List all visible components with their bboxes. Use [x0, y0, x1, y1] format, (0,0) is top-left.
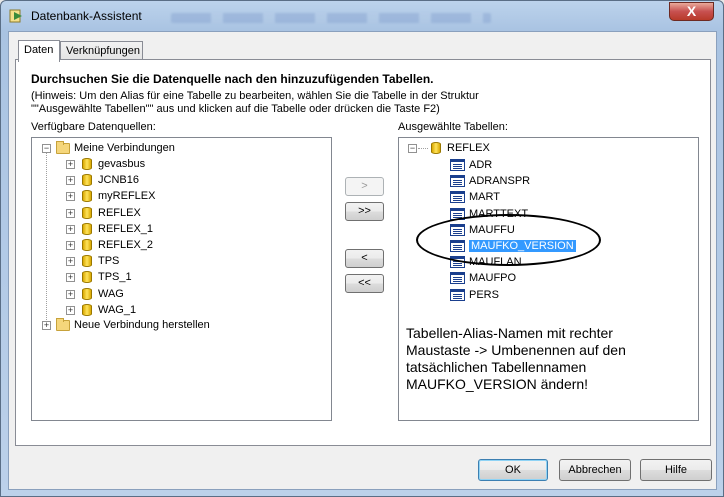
help-button[interactable]: Hilfe: [640, 459, 712, 481]
available-sources-tree[interactable]: − Meine Verbindungen + gevasbus + JCNB16 + my…: [31, 137, 332, 421]
table-item-label: ADR: [469, 159, 493, 171]
ok-button[interactable]: OK: [478, 459, 548, 481]
expand-icon[interactable]: +: [66, 273, 75, 283]
connection-item[interactable]: REFLEX_1: [98, 222, 153, 237]
table-item[interactable]: ADR: [469, 158, 492, 173]
add-one-button[interactable]: >: [345, 177, 384, 196]
expand-icon[interactable]: +: [66, 192, 75, 202]
tab-label: Verknüpfungen: [66, 45, 141, 57]
client-area: Daten Verknüpfungen Durchsuchen Sie die …: [8, 31, 717, 490]
table-icon: [450, 191, 465, 204]
tree-line: [418, 148, 428, 149]
collapse-icon[interactable]: −: [408, 144, 417, 153]
tree-item-new-connection[interactable]: Neue Verbindung herstellen: [74, 318, 210, 333]
app-icon: [9, 9, 22, 23]
remove-one-button[interactable]: <: [345, 249, 384, 268]
database-icon: [82, 222, 92, 235]
database-icon: [82, 190, 92, 203]
expand-icon[interactable]: +: [66, 224, 75, 234]
instruction-heading: Durchsuchen Sie die Datenquelle nach den…: [31, 72, 434, 86]
table-item-label: PERS: [469, 288, 499, 301]
database-icon: [431, 142, 441, 154]
annotation-note: Tabellen-Alias-Namen mit rechter Maustas…: [406, 325, 656, 393]
available-sources-label: Verfügbare Datenquellen:: [31, 121, 156, 133]
table-icon: [450, 288, 465, 301]
table-item-label: ADRANSPR: [469, 175, 531, 188]
connection-item[interactable]: WAG: [98, 287, 124, 302]
annotation-line: Maustaste -> Umbenennen auf den: [406, 342, 626, 358]
expand-icon[interactable]: +: [66, 305, 75, 315]
connection-item[interactable]: REFLEX_2: [98, 238, 153, 253]
expand-icon[interactable]: +: [66, 160, 75, 169]
folder-open-icon: [56, 141, 70, 154]
table-item-label: MART: [469, 191, 500, 204]
tab-daten[interactable]: Daten: [18, 40, 60, 62]
hint-line: (Hinweis: Um den Alias für eine Tabelle …: [31, 90, 479, 102]
connection-item[interactable]: WAG_1: [98, 303, 136, 318]
database-icon: [82, 287, 92, 300]
window-title: Datenbank-Assistent: [31, 9, 142, 23]
hint-line: ""Ausgewählte Tabellen"" aus und klicken…: [31, 103, 440, 115]
dialog-window: Datenbank-Assistent X Daten Verknüpfunge…: [0, 0, 724, 497]
database-icon: [82, 158, 92, 170]
expand-icon[interactable]: +: [66, 208, 75, 218]
table-icon: [450, 159, 465, 171]
expand-icon[interactable]: +: [66, 176, 75, 186]
selected-tables-label: Ausgewählte Tabellen:: [398, 121, 508, 133]
database-icon: [82, 174, 92, 187]
annotation-line: tatsächlichen Tabellennamen: [406, 359, 587, 375]
database-icon: [82, 239, 92, 251]
add-all-button[interactable]: >>: [345, 202, 384, 221]
cancel-button[interactable]: Abbrechen: [559, 459, 631, 481]
title-bar[interactable]: Datenbank-Assistent X: [1, 1, 723, 31]
database-icon: [82, 206, 92, 219]
expand-icon[interactable]: +: [66, 241, 75, 250]
expand-icon[interactable]: +: [66, 257, 75, 267]
table-item[interactable]: MART: [469, 190, 500, 205]
connection-item[interactable]: TPS_1: [98, 270, 132, 285]
database-icon: [82, 303, 92, 316]
connection-item[interactable]: REFLEX: [98, 206, 141, 221]
connection-item[interactable]: TPS: [98, 254, 119, 269]
tree-root-meine-verbindungen[interactable]: Meine Verbindungen: [74, 141, 175, 156]
background-menu: [171, 13, 491, 23]
folder-icon: [56, 318, 70, 331]
expand-icon[interactable]: +: [42, 321, 51, 330]
database-icon: [82, 255, 92, 268]
tab-label: Daten: [24, 44, 54, 56]
table-icon: [450, 272, 465, 285]
connection-item[interactable]: myREFLEX: [98, 189, 155, 204]
expand-icon[interactable]: +: [66, 289, 75, 299]
collapse-icon[interactable]: −: [42, 144, 51, 153]
table-icon: [450, 175, 465, 188]
instruction-hint: (Hinweis: Um den Alias für eine Tabelle …: [31, 90, 631, 116]
close-button[interactable]: X: [669, 2, 714, 21]
tree-line: [46, 153, 47, 326]
annotation-line: Tabellen-Alias-Namen mit rechter: [406, 325, 613, 341]
table-item-label: MAUFPO: [469, 272, 517, 285]
database-icon: [82, 271, 92, 284]
table-item[interactable]: PERS: [469, 288, 499, 303]
tree-root-reflex[interactable]: REFLEX: [447, 141, 490, 156]
annotation-line: MAUFKO_VERSION ändern!: [406, 376, 589, 392]
annotation-highlight-ellipse: [416, 214, 601, 266]
tab-verknuepfungen[interactable]: Verknüpfungen: [60, 41, 143, 61]
table-item[interactable]: ADRANSPR: [469, 174, 530, 189]
remove-all-button[interactable]: <<: [345, 274, 384, 293]
connection-item[interactable]: JCNB16: [98, 173, 139, 188]
table-item[interactable]: MAUFPO: [469, 271, 516, 286]
connection-item[interactable]: gevasbus: [98, 157, 145, 172]
